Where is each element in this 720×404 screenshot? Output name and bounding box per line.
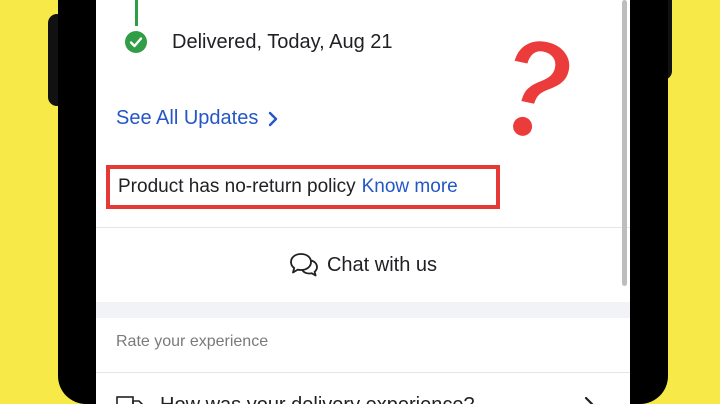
delivery-experience-row[interactable]: How was your delivery experience? bbox=[96, 374, 630, 404]
chat-with-us-button[interactable]: Chat with us bbox=[96, 228, 630, 302]
section-separator bbox=[96, 302, 630, 318]
divider bbox=[96, 372, 630, 373]
check-icon bbox=[129, 37, 143, 48]
return-policy-text: Product has no-return policy bbox=[118, 176, 356, 197]
timeline-line bbox=[135, 0, 138, 26]
truck-icon bbox=[116, 396, 144, 404]
know-more-link[interactable]: Know more bbox=[362, 176, 458, 198]
question-mark-icon bbox=[508, 36, 575, 141]
rate-experience-title: Rate your experience bbox=[116, 333, 269, 350]
see-all-updates-label: See All Updates bbox=[116, 107, 259, 129]
chat-with-us-label: Chat with us bbox=[326, 253, 438, 276]
chat-bubbles-icon bbox=[290, 253, 318, 277]
chevron-right-icon bbox=[584, 396, 594, 404]
delivered-check-icon bbox=[125, 31, 147, 53]
delivery-status-text: Delivered, Today, Aug 21 bbox=[172, 31, 393, 53]
return-policy-notice: Product has no-return policy Know more bbox=[106, 165, 500, 209]
scrollbar[interactable] bbox=[622, 0, 627, 286]
chevron-right-icon bbox=[269, 111, 278, 126]
see-all-updates-link[interactable]: See All Updates bbox=[116, 107, 278, 130]
delivery-experience-question: How was your delivery experience? bbox=[160, 394, 475, 404]
